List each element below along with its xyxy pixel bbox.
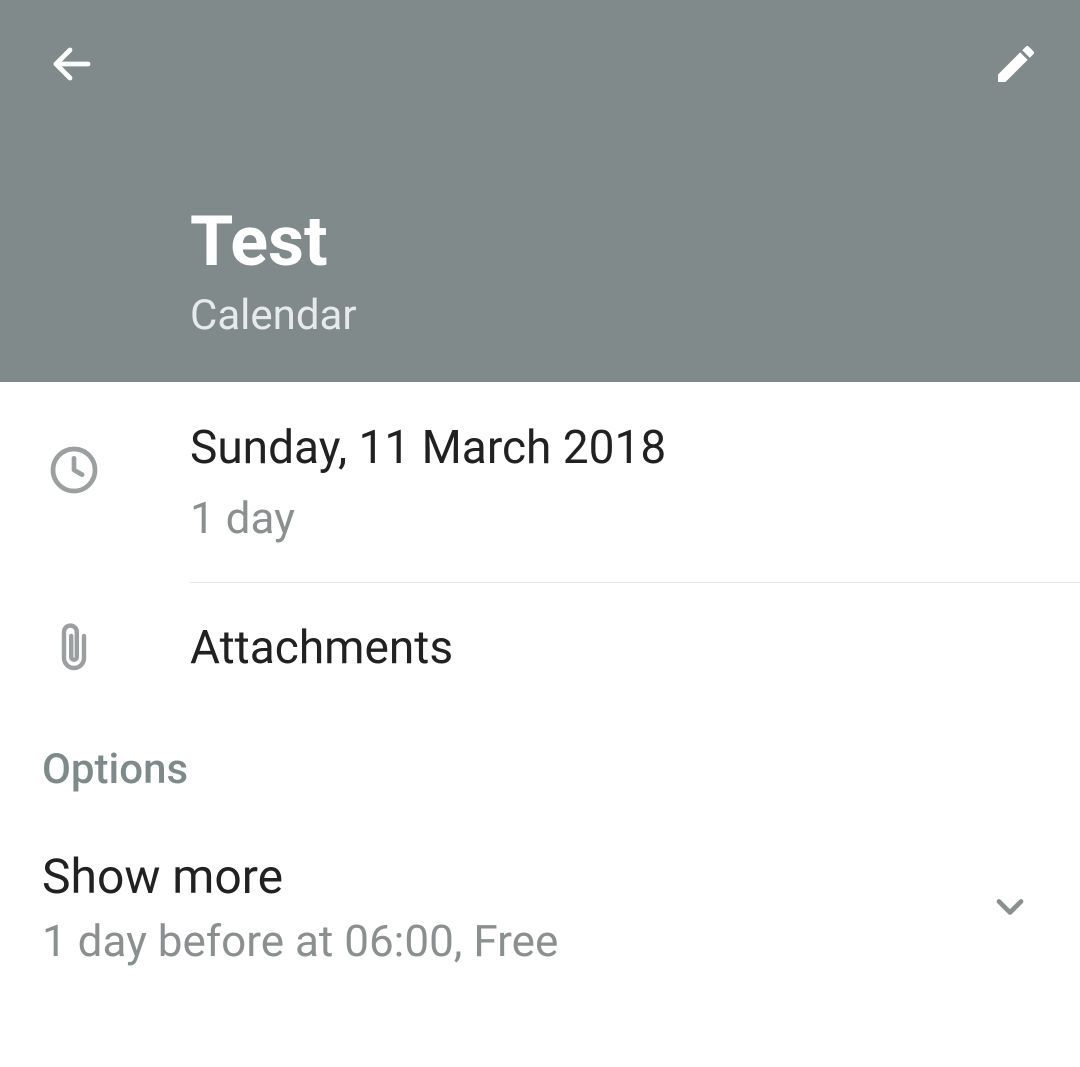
options-heading: Options bbox=[0, 717, 1080, 804]
show-more-label: Show more bbox=[42, 848, 980, 906]
clock-icon bbox=[46, 442, 102, 498]
chevron-down-icon bbox=[988, 885, 1032, 929]
show-more-text: Show more 1 day before at 06:00, Free bbox=[42, 848, 980, 968]
show-more-row[interactable]: Show more 1 day before at 06:00, Free bbox=[0, 804, 1080, 1008]
date-row: Sunday, 11 March 2018 1 day bbox=[0, 382, 1080, 544]
attachments-icon-container bbox=[40, 619, 190, 677]
title-block: Test Calendar bbox=[190, 204, 357, 340]
date-body: Sunday, 11 March 2018 1 day bbox=[190, 420, 1040, 544]
attachments-label: Attachments bbox=[190, 621, 453, 675]
chevron-container bbox=[980, 885, 1040, 929]
event-header: Test Calendar bbox=[0, 0, 1080, 382]
edit-button[interactable] bbox=[988, 36, 1044, 92]
event-subtitle: Calendar bbox=[190, 291, 357, 340]
event-duration: 1 day bbox=[190, 492, 1040, 544]
event-content: Sunday, 11 March 2018 1 day Attachments … bbox=[0, 382, 1080, 1007]
show-more-detail: 1 day before at 06:00, Free bbox=[42, 915, 980, 967]
event-title: Test bbox=[190, 204, 357, 281]
back-button[interactable] bbox=[44, 36, 100, 92]
event-date: Sunday, 11 March 2018 bbox=[190, 420, 1040, 478]
attachments-row[interactable]: Attachments bbox=[0, 583, 1080, 717]
paperclip-icon bbox=[50, 619, 98, 677]
arrow-left-icon bbox=[48, 40, 96, 88]
pencil-icon bbox=[992, 40, 1040, 88]
date-icon-container bbox=[40, 420, 190, 498]
